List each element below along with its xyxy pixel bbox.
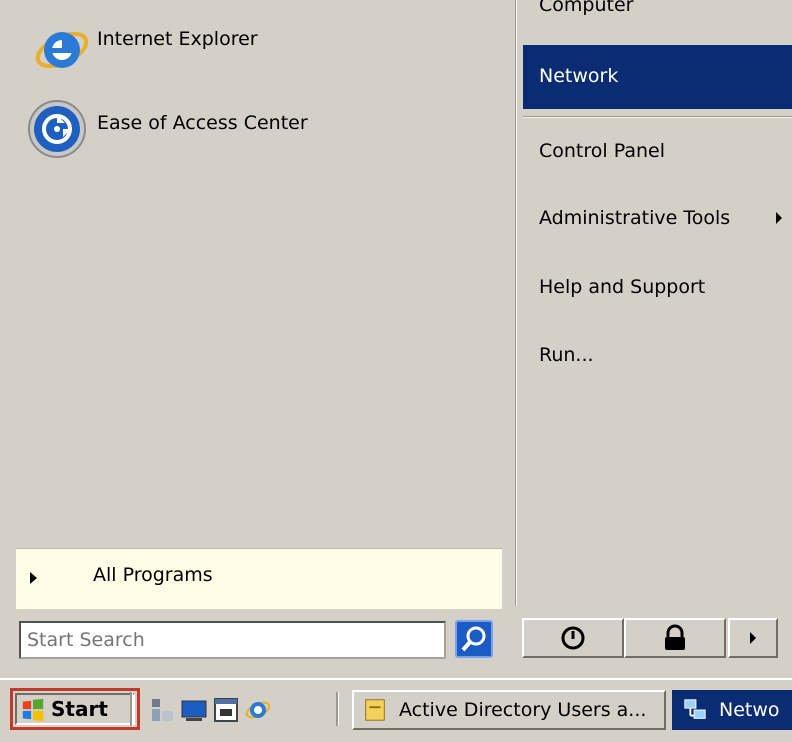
taskbar-button-label: Active Directory Users a...	[399, 699, 647, 721]
right-item-administrative-tools[interactable]: Administrative Tools	[539, 207, 730, 229]
windows-logo-icon	[22, 698, 44, 722]
internet-explorer-icon[interactable]	[244, 696, 272, 724]
chevron-right-icon	[750, 632, 756, 644]
folder-icon	[365, 699, 385, 721]
taskbar-button-active-directory[interactable]: Active Directory Users a...	[352, 690, 666, 730]
right-item-run[interactable]: Run...	[539, 344, 594, 366]
command-prompt-icon[interactable]	[212, 696, 240, 724]
all-programs-button[interactable]: All Programs	[16, 548, 502, 609]
start-search-box[interactable]	[19, 621, 446, 659]
network-icon	[684, 699, 706, 719]
right-item-network[interactable]: Network	[523, 45, 792, 109]
taskbar-grip	[130, 692, 133, 726]
taskbar: Start Active Directory Users a... Netwo	[0, 678, 792, 742]
right-item-label: Network	[539, 65, 619, 87]
pinned-item-label: Ease of Access Center	[97, 112, 308, 134]
start-menu-left-pane: Internet Explorer Ease of Access Center …	[0, 0, 516, 609]
power-button[interactable]	[522, 618, 624, 658]
search-button[interactable]	[455, 620, 493, 658]
all-programs-label: All Programs	[93, 564, 213, 586]
taskbar-button-label: Netwo	[719, 699, 780, 721]
lock-icon	[665, 624, 685, 650]
pinned-item-internet-explorer[interactable]: Internet Explorer	[24, 14, 504, 74]
separator-highlight	[523, 117, 792, 118]
taskbar-button-network[interactable]: Netwo	[672, 690, 792, 730]
chevron-right-icon	[30, 572, 37, 584]
server-manager-icon[interactable]	[148, 696, 176, 724]
submenu-arrow-icon	[776, 212, 782, 224]
right-item-computer[interactable]: Computer	[539, 0, 633, 16]
search-icon	[461, 626, 486, 652]
internet-explorer-icon	[35, 31, 89, 69]
lock-button[interactable]	[624, 618, 726, 658]
taskbar-grip	[336, 692, 339, 726]
power-icon	[561, 626, 585, 650]
start-search-input[interactable]	[21, 623, 444, 657]
show-desktop-icon[interactable]	[180, 696, 208, 724]
start-button[interactable]: Start	[10, 688, 140, 730]
start-button-label: Start	[51, 697, 108, 721]
search-row	[0, 606, 792, 666]
ease-of-access-icon	[28, 100, 86, 158]
right-item-control-panel[interactable]: Control Panel	[539, 140, 665, 162]
power-options-button[interactable]	[728, 618, 778, 658]
right-item-help-and-support[interactable]: Help and Support	[539, 276, 705, 298]
pinned-item-label: Internet Explorer	[97, 28, 258, 50]
pinned-item-ease-of-access[interactable]: Ease of Access Center	[24, 98, 504, 158]
